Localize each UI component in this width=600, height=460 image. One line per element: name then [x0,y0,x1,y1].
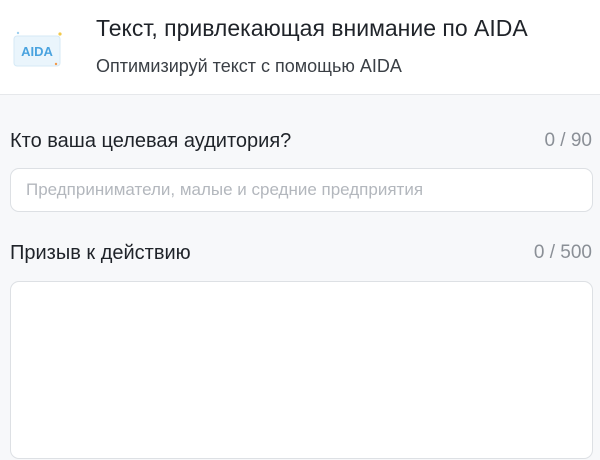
tool-header: AIDA Текст, привлекающая внимание по AID… [0,0,600,95]
page-title: Текст, привлекающая внимание по AIDA [96,15,528,41]
audience-label: Кто ваша целевая аудитория? [10,130,292,152]
cta-textarea[interactable] [10,281,593,459]
audience-input[interactable] [10,168,593,212]
cta-char-counter: 0 / 500 [533,242,592,263]
page-subtitle: Оптимизируй текст с помощью AIDA [96,56,402,76]
audience-char-counter: 0 / 90 [544,130,592,151]
cta-label: Призыв к действию [10,242,191,264]
aida-logo-icon: AIDA [13,31,62,67]
logo-text: AIDA [21,44,53,59]
